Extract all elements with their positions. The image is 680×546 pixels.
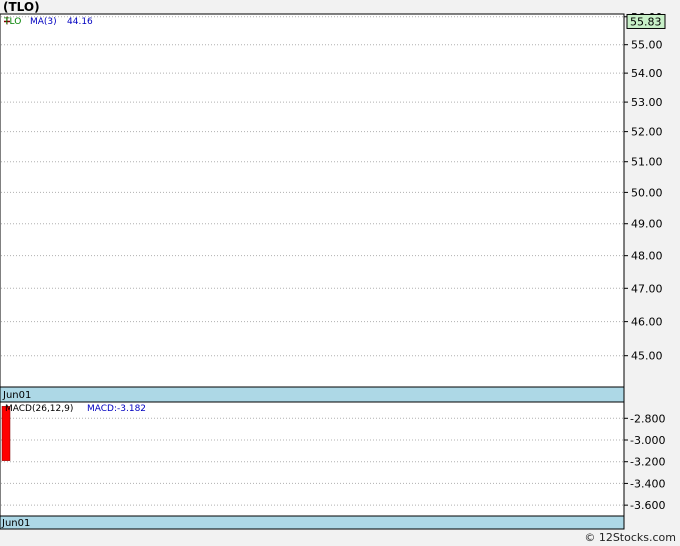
macd-tick-label: -3.200 (630, 456, 665, 469)
price-tick-label: 55.00 (631, 39, 663, 52)
ma-value: 44.16 (67, 17, 93, 27)
ma-label: MA(3) (30, 17, 57, 27)
last-price-label: 55.83 (630, 15, 662, 28)
macd-bars (1, 406, 11, 461)
macd-date-band (0, 515, 625, 530)
price-tick-label: 46.00 (631, 316, 663, 329)
price-tick-label: 45.00 (631, 350, 663, 363)
price-tick-labels: 45.00 46.00 47.00 48.00 49.00 50.00 51.00 52.00… (624, 11, 666, 363)
macd-tick-labels: -2.800 -3.000 -3.200 -3.400 -3.600 (624, 412, 665, 512)
price-tick-label: 52.00 (631, 126, 663, 139)
macd-bar (1, 406, 11, 461)
price-date-band (0, 386, 625, 403)
macd-indicator-label: MACD(26,12,9) (5, 404, 73, 414)
price-tick-label: 50.00 (631, 186, 663, 199)
price-tick-label: 51.00 (631, 156, 663, 169)
macd-value-label: MACD:-3.182 (87, 404, 146, 414)
macd-tick-label: -2.800 (630, 412, 665, 425)
price-panel (0, 13, 625, 388)
price-tick-label: 54.00 (631, 67, 663, 80)
macd-tick-label: -3.600 (630, 499, 665, 512)
price-tick-label: 53.00 (631, 96, 663, 109)
macd-panel (0, 401, 625, 517)
price-date-label: Jun01 (2, 390, 31, 401)
chart-canvas: 45.00 46.00 47.00 48.00 49.00 50.00 51.00 52.00… (0, 11, 666, 530)
macd-tick-label: -3.400 (630, 477, 665, 490)
ticker-label: TLO (3, 17, 21, 27)
macd-date-label: Jun01 (1, 518, 30, 529)
price-tick-label: 47.00 (631, 282, 663, 295)
price-tick-label: 49.00 (631, 218, 663, 231)
footer-credit: © 12Stocks.com (584, 531, 676, 544)
macd-tick-label: -3.000 (630, 434, 665, 447)
price-tick-label: 48.00 (631, 250, 663, 263)
